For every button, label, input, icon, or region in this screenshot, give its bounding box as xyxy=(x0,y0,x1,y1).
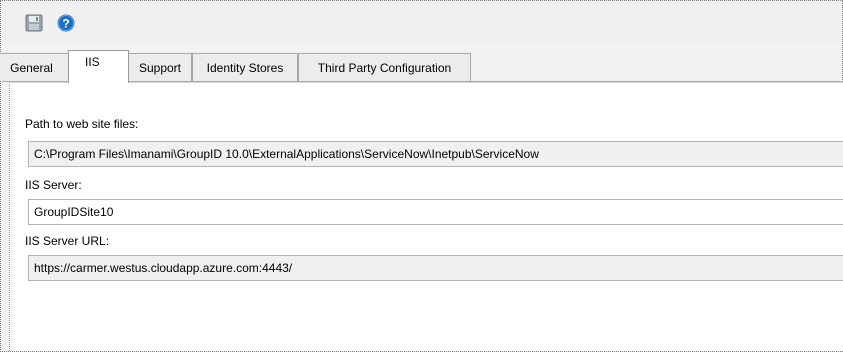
help-icon[interactable]: ? xyxy=(57,14,75,32)
iis-server-url-label: IIS Server URL: xyxy=(25,234,110,248)
iis-settings-panel: Path to web site files: C:\Program Files… xyxy=(9,82,843,351)
toolbar: ? xyxy=(2,2,841,44)
tab-general[interactable]: General xyxy=(0,53,69,81)
iis-server-label: IIS Server: xyxy=(25,178,82,192)
window: ? General IIS Support Identity Stores Th… xyxy=(0,0,843,352)
tab-iis[interactable]: IIS xyxy=(68,50,129,83)
iis-server-field[interactable]: GroupIDSite10 xyxy=(28,199,843,225)
tab-support[interactable]: Support xyxy=(128,53,192,81)
tab-third-party-configuration[interactable]: Third Party Configuration xyxy=(298,53,471,81)
tab-identity-stores[interactable]: Identity Stores xyxy=(192,53,298,81)
path-label: Path to web site files: xyxy=(25,117,139,131)
path-field[interactable]: C:\Program Files\Imanami\GroupID 10.0\Ex… xyxy=(28,141,843,167)
iis-server-url-field[interactable]: https://carmer.westus.cloudapp.azure.com… xyxy=(28,255,843,281)
save-icon[interactable] xyxy=(25,14,43,32)
tab-strip: General IIS Support Identity Stores Thir… xyxy=(0,50,841,84)
svg-text:?: ? xyxy=(62,17,69,31)
